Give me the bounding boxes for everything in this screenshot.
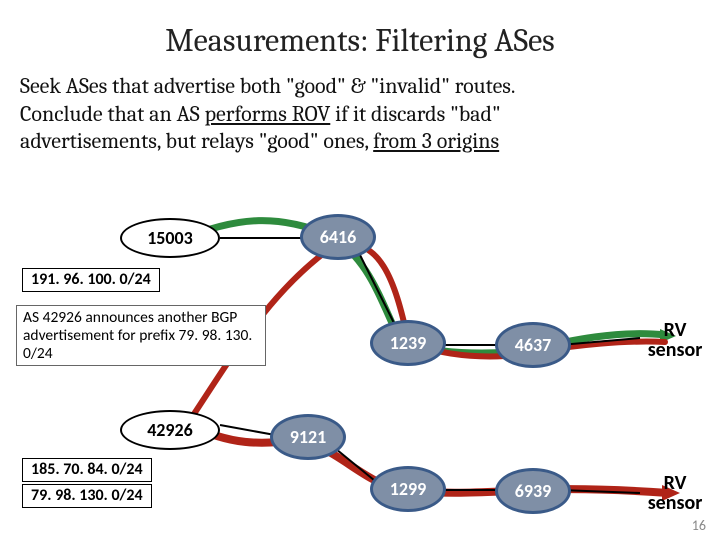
prefix-box-185: 185. 70. 84. 0/24 — [22, 458, 152, 482]
slide-title: Measurements: Filtering ASes — [0, 0, 720, 59]
body-line3a: advertisements, but relays "good" ones, — [20, 128, 373, 154]
as-node-6939: 6939 — [495, 468, 571, 514]
prefix-box-79: 79. 98. 130. 0/24 — [22, 484, 152, 508]
as-node-9121: 9121 — [270, 414, 346, 460]
diagram-canvas: 15003 6416 1239 4637 42926 9121 1299 693… — [0, 200, 720, 520]
body-line1: Seek ASes that advertise both "good" & "… — [20, 73, 515, 99]
as-node-15003: 15003 — [120, 218, 220, 258]
annotation-box: AS 42926 announces another BGP advertise… — [16, 305, 266, 366]
as-node-1239: 1239 — [370, 320, 446, 366]
body-line2b: if it discards "bad" — [330, 101, 500, 127]
as-node-4637: 4637 — [495, 322, 571, 368]
rv-sensor-bottom: RV sensor — [636, 473, 714, 513]
as-node-1299: 1299 — [370, 466, 446, 512]
slide-body: Seek ASes that advertise both "good" & "… — [0, 59, 720, 156]
as-node-6416: 6416 — [300, 214, 376, 260]
prefix-box-191: 191. 96. 100. 0/24 — [22, 268, 160, 292]
rv-sensor-top: RV sensor — [636, 320, 714, 360]
as-node-42926: 42926 — [120, 410, 220, 450]
body-line2a: Conclude that an AS — [20, 101, 205, 127]
body-line2-underline: performs ROV — [205, 101, 331, 127]
body-line3-underline: from 3 origins — [373, 128, 499, 154]
